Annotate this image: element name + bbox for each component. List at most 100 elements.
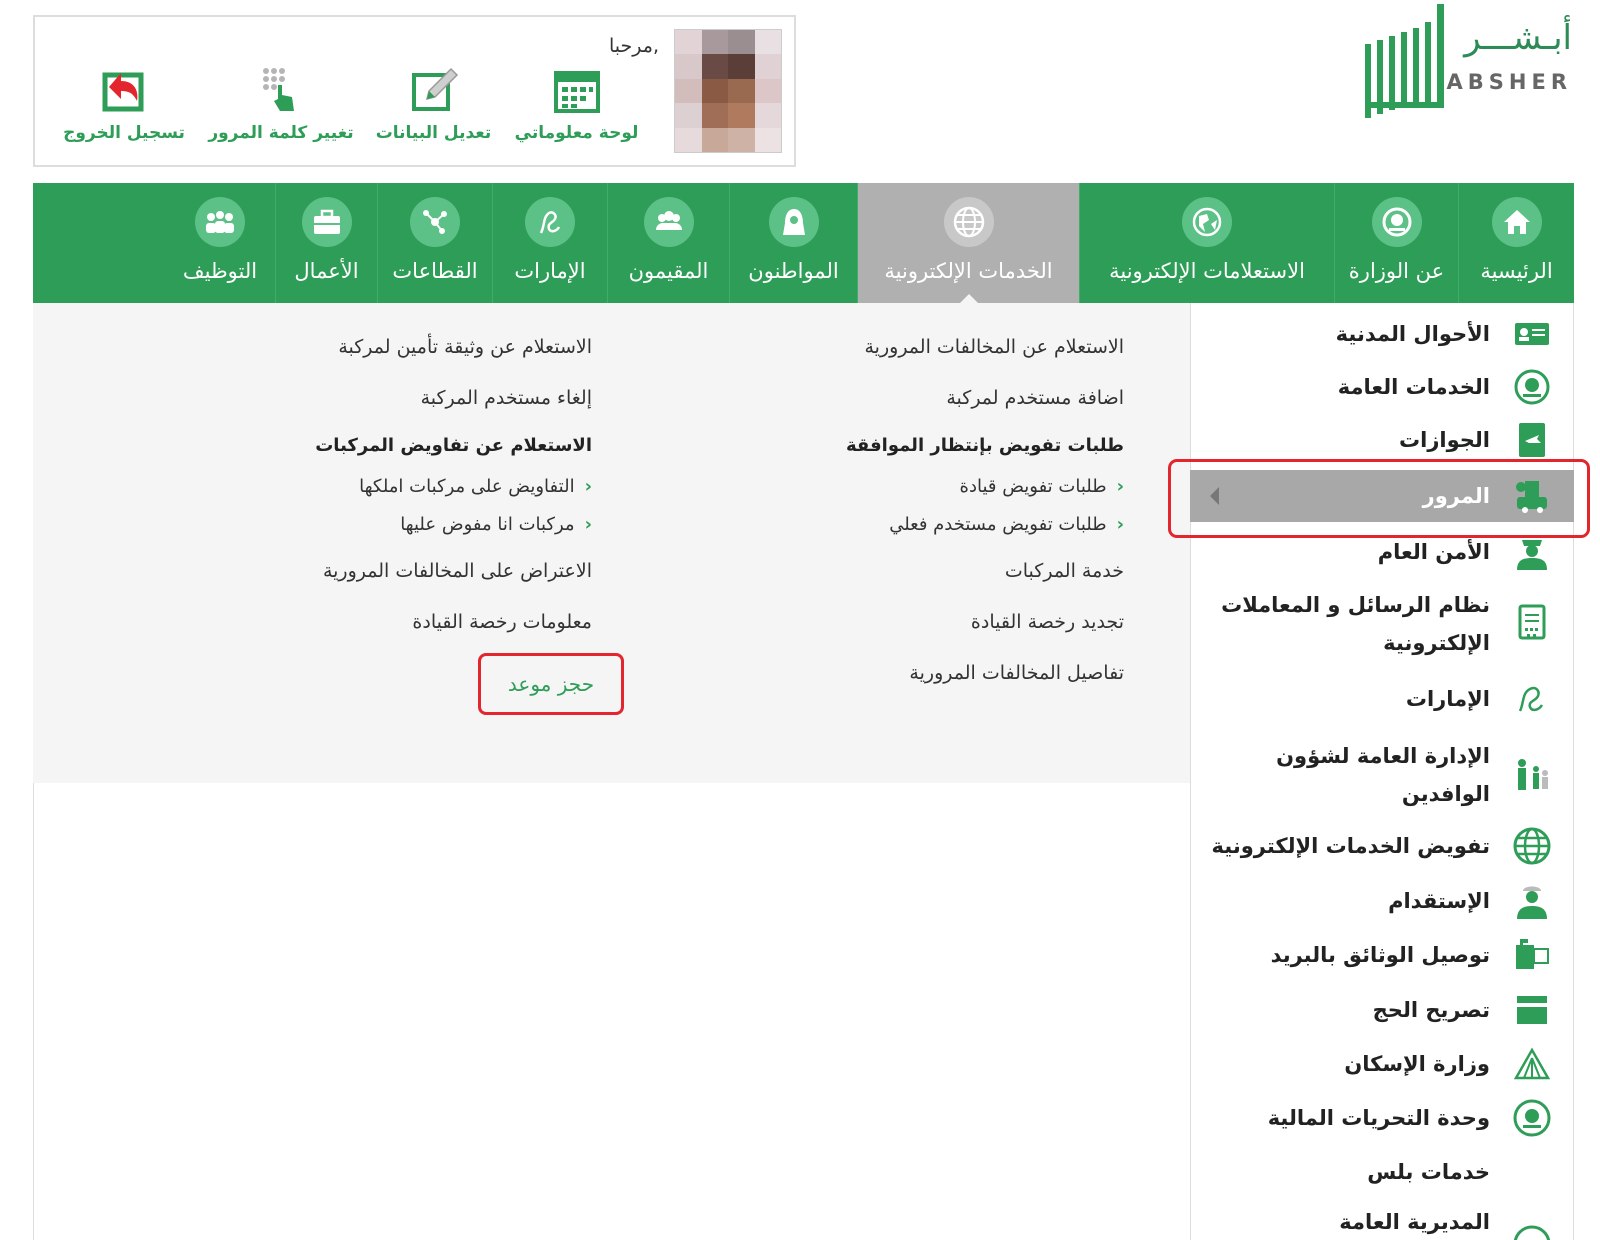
edit-data-label: تعديل البيانات: [375, 123, 492, 143]
nav-about-ministry-label: عن الوزارة: [1348, 259, 1445, 283]
chevron-left-icon: ‹: [1116, 514, 1124, 535]
ministry-emblem-icon: [1510, 365, 1554, 409]
nav-employment-label: التوظيف: [182, 259, 258, 283]
sidebar-label: الإستقدام: [1388, 889, 1490, 913]
logo-english-text: ABSHER: [1446, 70, 1572, 94]
sidebar-label: الخدمات العامة: [1337, 375, 1490, 399]
vehicle-services-link[interactable]: خدمة المركبات: [724, 546, 1124, 597]
chevron-left-icon: ‹: [584, 514, 592, 535]
absher-logo[interactable]: أبـشـــر ABSHER: [1357, 4, 1572, 122]
residents-icon: [643, 197, 694, 247]
vehicle-authorizations-inquiry-heading: الاستعلام عن تفاويض المركبات: [315, 435, 592, 456]
cancel-vehicle-user-link[interactable]: إلغاء مستخدم المركبة: [172, 373, 592, 424]
family-icon: [1510, 753, 1554, 797]
edit-icon: [411, 67, 458, 111]
driving-license-info-link[interactable]: معلومات رخصة القيادة: [172, 597, 592, 648]
sidebar-label: الإمارات: [1405, 687, 1490, 711]
nav-e-inquiries-label: الاستعلامات الإلكترونية: [1109, 259, 1305, 283]
authorized-vehicles-link[interactable]: ‹ مركبات انا مفوض عليها: [172, 506, 592, 544]
logout-icon: [102, 72, 144, 112]
nav-e-services-label: الخدمات الإلكترونية: [884, 259, 1053, 283]
nav-home[interactable]: الرئيسية: [1458, 183, 1574, 303]
logout-label: تسجيل الخروج: [63, 123, 185, 143]
sidebar-item-messaging-system[interactable]: نظام الرسائل و المعاملات الإلكترونية: [1190, 582, 1574, 666]
sidebar-label: توصيل الوثائق بالبريد: [1270, 943, 1490, 967]
sidebar-item-plus-services[interactable]: خدمات بلس: [1190, 1150, 1574, 1194]
pending-authorization-heading: طلبات تفويض بإنتظار الموافقة: [846, 435, 1124, 456]
change-password-link[interactable]: تغيير كلمة المرور: [206, 65, 356, 143]
nav-residents[interactable]: المقيمون: [607, 183, 729, 303]
sidebar-item-civil-affairs[interactable]: الأحوال المدنية: [1190, 310, 1574, 358]
driving-authorization-requests-label: طلبات تفويض قيادة: [959, 476, 1107, 497]
user-panel: مرحبا, لوحة معلوماتي تعديل البيانات تغيي…: [33, 15, 796, 167]
edit-data-link[interactable]: تعديل البيانات: [371, 65, 496, 143]
nav-citizens[interactable]: المواطنون: [729, 183, 857, 303]
sidebar-item-passports[interactable]: الجوازات: [1190, 416, 1574, 464]
traffic-violations-inquiry-link[interactable]: الاستعلام عن المخالفات المرورية: [724, 322, 1125, 373]
kaaba-icon: [1510, 988, 1554, 1032]
vehicle-insurance-inquiry-link[interactable]: الاستعلام عن وثيقة تأمين لمركبة: [172, 322, 592, 373]
chevron-left-icon: ‹: [584, 476, 592, 497]
nav-emirates[interactable]: الإمارات: [492, 183, 607, 303]
avatar: [674, 29, 782, 153]
emirates-icon: [1510, 677, 1554, 721]
briefcase-icon: [301, 197, 352, 247]
worker-icon: [1510, 879, 1554, 923]
globe-map-icon: [1182, 197, 1232, 247]
sidebar-item-recruitment[interactable]: الإستقدام: [1190, 877, 1574, 925]
sidebar-item-postal-delivery[interactable]: توصيل الوثائق بالبريد: [1190, 931, 1574, 979]
emirates-icon: [525, 197, 575, 247]
sidebar-label: الأحوال المدنية: [1335, 322, 1490, 346]
owned-vehicles-authorizations-link[interactable]: ‹ التفاويض على مركبات املكها: [172, 468, 592, 506]
keypad-hand-icon: [263, 68, 294, 111]
driving-authorization-requests-link[interactable]: ‹ طلبات تفويض قيادة: [724, 468, 1124, 506]
sidebar-item-financial-investigation[interactable]: وحدة التحريات المالية: [1190, 1094, 1574, 1142]
sidebar-item-hajj-permit[interactable]: تصريح الحج: [1190, 986, 1574, 1034]
add-vehicle-user-link[interactable]: اضافة مستخدم لمركبة: [724, 373, 1124, 424]
nav-home-label: الرئيسية: [1480, 259, 1553, 283]
actual-user-authorization-requests-link[interactable]: ‹ طلبات تفويض مستخدم فعلي: [724, 506, 1124, 544]
sidebar-label: تصريح الحج: [1372, 998, 1490, 1022]
sidebar-item-housing-ministry[interactable]: وزارة الإسكان: [1190, 1040, 1574, 1088]
nav-business[interactable]: الأعمال: [275, 183, 377, 303]
services-column-left: الاستعلام عن وثيقة تأمين لمركبة إلغاء مس…: [172, 322, 592, 648]
sidebar-label: الجوازات: [1399, 428, 1490, 452]
nav-about-ministry[interactable]: عن الوزارة: [1334, 183, 1458, 303]
nav-emirates-label: الإمارات: [514, 259, 586, 283]
sidebar-label: الإدارة العامة لشؤون الوافدين: [1276, 744, 1490, 806]
sidebar-item-general-directorate[interactable]: المديرية العامة: [1190, 1204, 1574, 1240]
sidebar-item-public-services[interactable]: الخدمات العامة: [1190, 363, 1574, 411]
employment-icon: [195, 197, 245, 247]
actual-user-authorization-requests-label: طلبات تفويض مستخدم فعلي: [889, 514, 1107, 535]
nav-employment[interactable]: التوظيف: [165, 183, 275, 303]
ministry-emblem-icon: [1510, 1096, 1554, 1140]
traffic-violations-details-link[interactable]: تفاصيل المخالفات المرورية: [724, 648, 1124, 699]
my-dashboard-link[interactable]: لوحة معلوماتي: [509, 65, 644, 143]
ministry-emblem-icon: [1371, 197, 1422, 247]
authorized-vehicles-label: مركبات انا مفوض عليها: [400, 514, 575, 535]
home-icon: [1491, 197, 1542, 247]
logo-arabic-text: أبـشـــر: [1464, 18, 1572, 58]
logout-link[interactable]: تسجيل الخروج: [59, 65, 189, 143]
nav-business-label: الأعمال: [294, 259, 359, 283]
traffic-highlight-box: [1168, 459, 1590, 538]
sidebar-item-emirates[interactable]: الإمارات: [1190, 675, 1574, 723]
nav-sectors[interactable]: القطاعات: [377, 183, 492, 303]
passport-icon: [1510, 418, 1554, 462]
sidebar-item-e-services-authorization[interactable]: تفويض الخدمات الإلكترونية: [1190, 822, 1574, 870]
ministry-emblem-icon: [1510, 1222, 1554, 1240]
nav-e-services[interactable]: الخدمات الإلكترونية: [857, 183, 1079, 303]
object-traffic-violations-link[interactable]: الاعتراض على المخالفات المرورية: [172, 546, 592, 597]
my-dashboard-label: لوحة معلوماتي: [514, 123, 639, 143]
sidebar-label: خدمات بلس: [1367, 1160, 1490, 1184]
book-appointment-link[interactable]: حجز موعد: [478, 653, 624, 715]
renew-driving-license-link[interactable]: تجديد رخصة القيادة: [724, 597, 1124, 648]
absher-logo-mark-icon: [1365, 4, 1444, 118]
sidebar-item-expatriates-affairs[interactable]: الإدارة العامة لشؤون الوافدين: [1190, 733, 1574, 817]
nav-sectors-label: القطاعات: [392, 259, 478, 283]
nav-residents-label: المقيمون: [628, 259, 709, 283]
owned-vehicles-authorizations-label: التفاويض على مركبات املكها: [359, 476, 575, 497]
nav-citizens-label: المواطنون: [748, 259, 839, 283]
nav-e-inquiries[interactable]: الاستعلامات الإلكترونية: [1079, 183, 1334, 303]
sidebar-label: وحدة التحريات المالية: [1267, 1106, 1490, 1130]
